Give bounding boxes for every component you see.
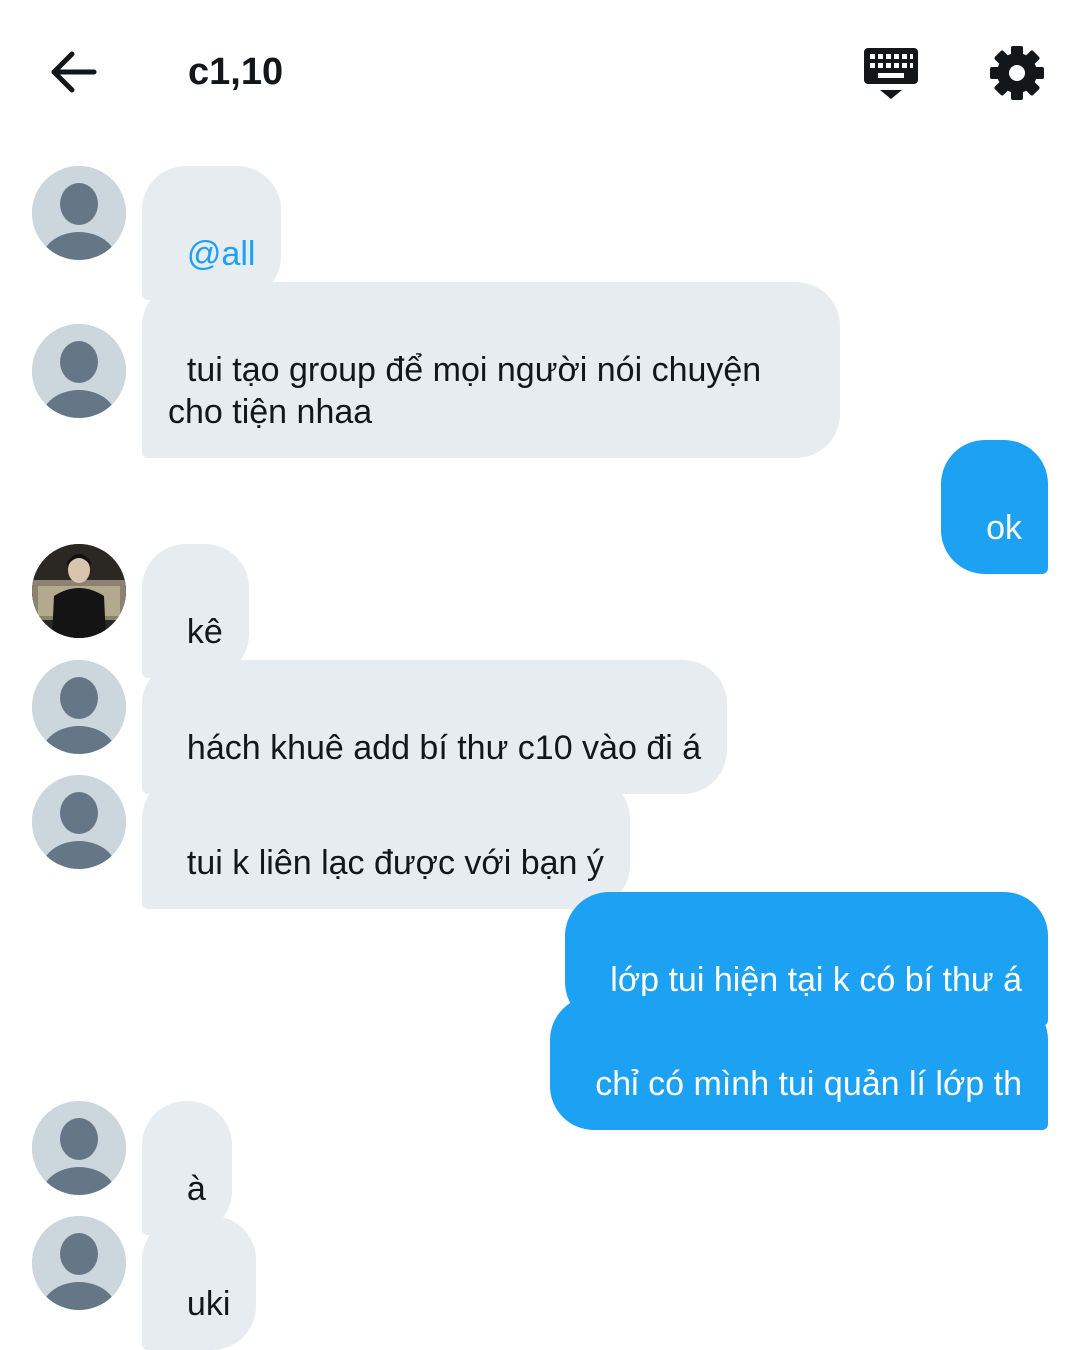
sender-avatar[interactable]: [32, 324, 126, 418]
sender-avatar[interactable]: [32, 775, 126, 869]
profile-photo: [32, 544, 126, 638]
default-avatar-icon: [32, 1216, 126, 1310]
keyboard-hide-icon: [864, 48, 918, 99]
arrow-left-icon: [51, 51, 97, 93]
message-text: lớp tui hiện tại k có bí thư á: [610, 961, 1022, 999]
sender-avatar-photo[interactable]: [32, 544, 126, 638]
message-text: hách khuê add bí thư c10 vào đi á: [186, 729, 702, 767]
sender-avatar[interactable]: [32, 166, 126, 260]
hide-keyboard-button[interactable]: [860, 44, 922, 102]
message-text: ok: [986, 509, 1022, 547]
gear-icon: [990, 46, 1044, 100]
settings-button[interactable]: [988, 44, 1046, 102]
default-avatar-icon: [32, 775, 126, 869]
sender-avatar[interactable]: [32, 1101, 126, 1195]
message-text: chỉ có mình tui quản lí lớp th: [595, 1065, 1022, 1103]
default-avatar-icon: [32, 166, 126, 260]
mention-text[interactable]: @all: [187, 235, 256, 273]
default-avatar-icon: [32, 1101, 126, 1195]
conversation-title: c1,10: [188, 51, 284, 93]
message-bubble-incoming[interactable]: tui k liên lạc được với bạn ý: [142, 775, 630, 909]
message-bubble-incoming[interactable]: tui tạo group để mọi người nói chuyện ch…: [142, 282, 840, 458]
message-text: kê: [186, 613, 223, 651]
chat-header: c1,10: [0, 0, 1080, 140]
message-text: tui tạo group để mọi người nói chuyện ch…: [168, 351, 762, 431]
message-text: à: [186, 1170, 206, 1208]
message-bubble-incoming[interactable]: uki: [142, 1216, 257, 1350]
message-bubble-incoming[interactable]: @all: [142, 166, 282, 300]
message-text: tui k liên lạc được với bạn ý: [186, 844, 604, 882]
message-bubble-incoming[interactable]: hách khuê add bí thư c10 vào đi á: [142, 660, 728, 794]
message-bubble-incoming[interactable]: kê: [142, 544, 249, 678]
default-avatar-icon: [32, 324, 126, 418]
sender-avatar[interactable]: [32, 1216, 126, 1310]
message-bubble-incoming[interactable]: à: [142, 1101, 232, 1235]
message-bubble-outgoing[interactable]: ok: [941, 440, 1048, 574]
message-bubble-outgoing[interactable]: chỉ có mình tui quản lí lớp th: [550, 996, 1048, 1130]
default-avatar-icon: [32, 660, 126, 754]
back-button[interactable]: [46, 46, 102, 98]
sender-avatar[interactable]: [32, 660, 126, 754]
message-text: uki: [186, 1285, 231, 1323]
